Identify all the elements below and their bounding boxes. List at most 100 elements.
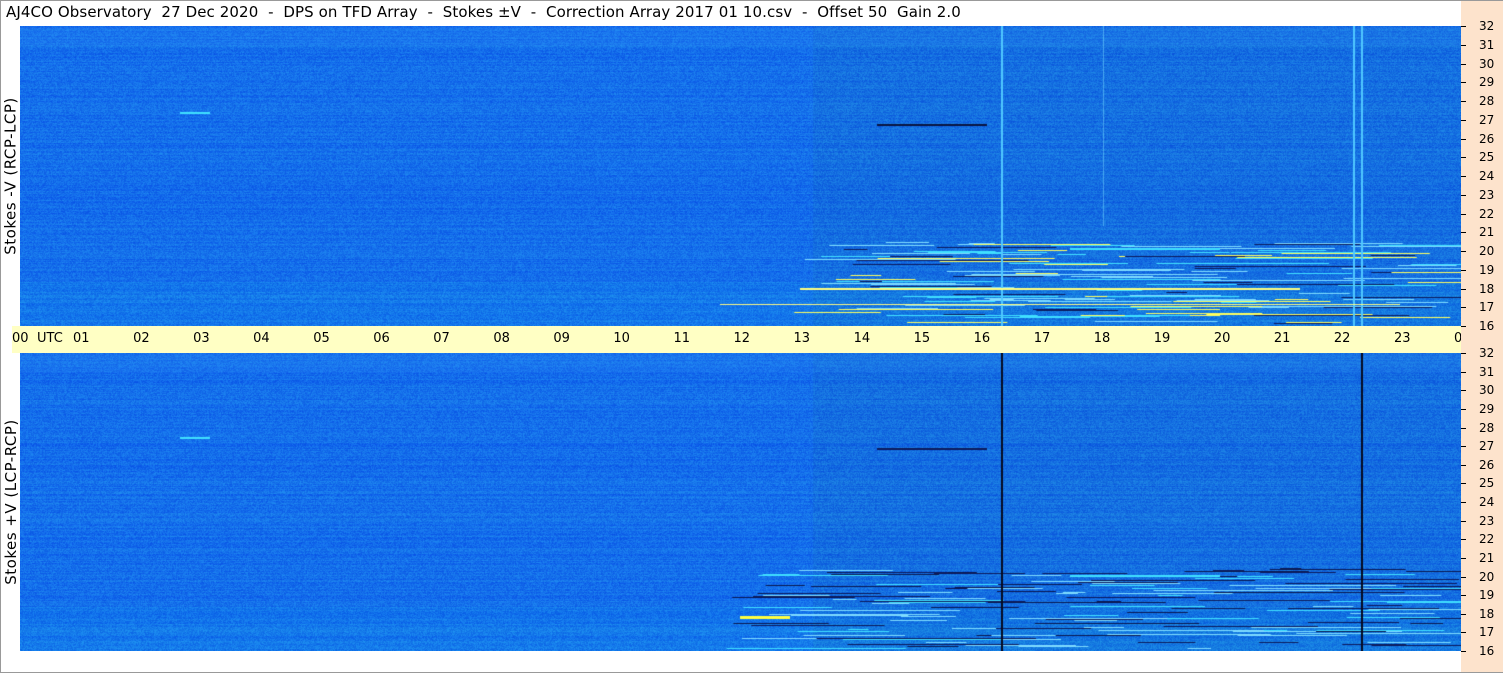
utc-tick-label: 20 xyxy=(1213,331,1231,346)
spectrogram-top-panel xyxy=(20,26,1461,326)
utc-tick-label: 22 xyxy=(1333,331,1351,346)
freq-tick-mark xyxy=(1461,651,1466,652)
freq-tick-mark xyxy=(1461,26,1466,27)
freq-tick-label: 27 xyxy=(1479,112,1495,127)
utc-tick-label: 14 xyxy=(853,331,871,346)
bottom-ylabel-text: Stokes +V (LCP-RCP) xyxy=(2,419,20,585)
top-panel-ylabel: Stokes -V (RCP-LCP) xyxy=(0,26,22,326)
utc-tick-label: 18 xyxy=(1093,331,1111,346)
freq-tick-label: 30 xyxy=(1479,383,1495,398)
freq-tick-mark xyxy=(1461,632,1466,634)
freq-tick-mark xyxy=(1461,464,1466,466)
freq-tick-label: 29 xyxy=(1479,75,1495,90)
utc-tick-label: 06 xyxy=(373,331,390,346)
bottom-panel-ylabel: Stokes +V (LCP-RCP) xyxy=(0,353,22,651)
freq-tick-label: 23 xyxy=(1479,187,1495,202)
freq-tick-label: 26 xyxy=(1479,131,1495,146)
freq-tick-mark xyxy=(1461,232,1466,234)
freq-tick-mark xyxy=(1461,251,1466,252)
freq-tick-mark xyxy=(1461,213,1466,215)
utc-tick-label: 17 xyxy=(1033,331,1051,346)
freq-tick-label: 24 xyxy=(1479,495,1495,509)
freq-tick-label: 26 xyxy=(1479,457,1495,472)
freq-tick-label: 22 xyxy=(1479,206,1495,221)
freq-tick-label: 18 xyxy=(1479,606,1495,621)
freq-tick-label: 30 xyxy=(1479,56,1495,71)
freq-tick-label: 19 xyxy=(1479,262,1495,277)
freq-tick-mark xyxy=(1461,427,1466,429)
utc-tick-label: 21 xyxy=(1273,331,1291,346)
utc-tick-label: 04 xyxy=(253,331,270,346)
freq-tick-mark xyxy=(1461,353,1466,354)
freq-tick-label: 19 xyxy=(1479,588,1495,603)
chart-title: AJ4CO Observatory 27 Dec 2020 - DPS on T… xyxy=(6,3,961,21)
freq-tick-label: 32 xyxy=(1479,19,1495,33)
utc-tick-label: 15 xyxy=(913,331,931,346)
spectrogram-top-canvas xyxy=(20,26,1461,326)
freq-tick-mark xyxy=(1461,408,1466,410)
freq-tick-mark xyxy=(1461,371,1466,373)
freq-tick-mark xyxy=(1461,194,1466,196)
freq-tick-label: 18 xyxy=(1479,281,1495,296)
freq-tick-mark xyxy=(1461,63,1466,65)
freq-tick-mark xyxy=(1461,595,1466,597)
freq-tick-label: 27 xyxy=(1479,439,1495,454)
freq-tick-mark xyxy=(1461,613,1466,615)
freq-tick-mark xyxy=(1461,520,1466,522)
freq-tick-mark xyxy=(1461,390,1466,392)
utc-tick-label: 16 xyxy=(973,331,991,346)
freq-tick-mark xyxy=(1461,326,1466,327)
freq-tick-label: 20 xyxy=(1479,569,1495,584)
freq-tick-label: 16 xyxy=(1479,644,1495,658)
utc-unit-label: UTC xyxy=(37,331,63,346)
freq-tick-label: 31 xyxy=(1479,364,1495,379)
utc-tick-label: 12 xyxy=(733,331,751,346)
freq-tick-label: 16 xyxy=(1479,319,1495,333)
utc-tick-label: 07 xyxy=(433,331,450,346)
freq-tick-mark xyxy=(1461,176,1466,177)
freq-tick-mark xyxy=(1461,288,1466,290)
freq-tick-mark xyxy=(1461,157,1466,159)
freq-tick-mark xyxy=(1461,119,1466,121)
freq-tick-mark xyxy=(1461,82,1466,84)
utc-tick-label: 13 xyxy=(793,331,811,346)
freq-tick-label: 25 xyxy=(1479,150,1495,165)
freq-tick-label: 28 xyxy=(1479,420,1495,435)
freq-tick-label: 17 xyxy=(1479,625,1495,640)
freq-tick-label: 21 xyxy=(1479,550,1495,565)
utc-tick-label: 19 xyxy=(1153,331,1171,346)
freq-tick-label: 23 xyxy=(1479,513,1495,528)
freq-tick-label: 21 xyxy=(1479,225,1495,240)
freq-tick-mark xyxy=(1461,307,1466,309)
freq-tick-label: 25 xyxy=(1479,476,1495,491)
freq-tick-label: 29 xyxy=(1479,401,1495,416)
freq-tick-label: 32 xyxy=(1479,346,1495,360)
utc-tick-label: 08 xyxy=(493,331,510,346)
freq-tick-mark xyxy=(1461,44,1466,46)
freq-tick-mark xyxy=(1461,269,1466,271)
freq-tick-label: 28 xyxy=(1479,94,1495,108)
utc-tick-label: 23 xyxy=(1393,331,1411,346)
freq-tick-mark xyxy=(1461,138,1466,140)
utc-tick-label: 03 xyxy=(193,331,210,346)
freq-tick-mark xyxy=(1461,576,1466,578)
freq-tick-mark xyxy=(1461,483,1466,485)
freq-tick-mark xyxy=(1461,557,1466,559)
utc-tick-label: 09 xyxy=(553,331,570,346)
utc-tick-label: 01 xyxy=(73,331,90,346)
freq-tick-label: 22 xyxy=(1479,532,1495,547)
utc-tick-label: 10 xyxy=(613,331,630,346)
spectrogram-bottom-canvas xyxy=(20,353,1461,651)
utc-tick-label: 00 xyxy=(12,331,29,346)
utc-time-axis: 00 UTC 01 02 03 04 05 06 07 08 09 10 11 12 13 14 15 16 17 1… xyxy=(12,326,1498,353)
utc-tick-label: 05 xyxy=(313,331,330,346)
freq-tick-label: 17 xyxy=(1479,300,1495,315)
freq-tick-label: 31 xyxy=(1479,37,1495,52)
freq-tick-mark xyxy=(1461,101,1466,102)
freq-tick-mark xyxy=(1461,446,1466,448)
spectrogram-bottom-panel xyxy=(20,353,1461,651)
freq-tick-label: 20 xyxy=(1479,244,1495,258)
freq-tick-label: 24 xyxy=(1479,169,1495,183)
freq-tick-mark xyxy=(1461,539,1466,541)
top-ylabel-text: Stokes -V (RCP-LCP) xyxy=(2,97,20,255)
